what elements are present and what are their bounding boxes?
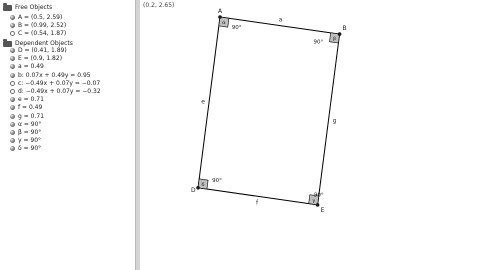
point[interactable] bbox=[337, 32, 342, 36]
algebra-item[interactable]: B = (0.99, 2.52) bbox=[10, 22, 66, 29]
visibility-off-icon[interactable] bbox=[10, 31, 15, 37]
algebra-item-text: C = (0.54, 1.87) bbox=[18, 30, 67, 38]
angle-value: 90° bbox=[314, 40, 324, 46]
graphics-view[interactable]: a g f e α 90° β 90° γ 90° δ 90° A B E D (0.2, 2.65) bbox=[140, 0, 480, 270]
visibility-on-icon[interactable] bbox=[10, 130, 15, 135]
algebra-item-text: c: −0.49x + 0.07y = −0.07 bbox=[18, 79, 101, 87]
algebra-item[interactable]: C = (0.54, 1.87) bbox=[10, 30, 66, 37]
point[interactable] bbox=[315, 203, 320, 207]
algebra-item-text: β = 90° bbox=[18, 129, 42, 136]
algebra-item-text: b: 0.07x + 0.49y = 0.95 bbox=[18, 71, 91, 79]
algebra-item[interactable]: e = 0.71 bbox=[10, 96, 44, 103]
algebra-item[interactable]: d: −0.49x + 0.07y = −0.32 bbox=[10, 88, 101, 95]
algebra-item-text: a = 0.49 bbox=[18, 63, 44, 71]
visibility-on-icon[interactable] bbox=[10, 48, 15, 53]
algebra-item[interactable]: δ = 90° bbox=[10, 145, 41, 152]
algebra-item-text: δ = 90° bbox=[18, 145, 42, 153]
visibility-on-icon[interactable] bbox=[10, 121, 15, 127]
visibility-off-icon[interactable] bbox=[10, 89, 15, 94]
algebra-item-text: e = 0.71 bbox=[18, 96, 44, 104]
point-label: B bbox=[343, 25, 347, 32]
algebra-item[interactable]: α = 90° bbox=[10, 121, 41, 128]
visibility-on-icon[interactable] bbox=[10, 105, 15, 111]
visibility-on-icon[interactable] bbox=[10, 15, 15, 20]
algebra-item[interactable]: γ = 90° bbox=[10, 137, 41, 144]
algebra-item-text: D = (0.41, 1.89) bbox=[18, 47, 67, 54]
algebra-item-text: d: −0.49x + 0.07y = −0.32 bbox=[18, 88, 101, 95]
segment-label: a bbox=[279, 17, 283, 24]
visibility-on-icon[interactable] bbox=[10, 23, 15, 29]
algebra-item[interactable]: f = 0.49 bbox=[10, 104, 42, 111]
point-label: A bbox=[218, 8, 223, 15]
algebra-item-text: B = (0.99, 2.52) bbox=[18, 22, 67, 30]
algebra-item[interactable]: D = (0.41, 1.89) bbox=[10, 47, 67, 54]
algebra-item-text: f = 0.49 bbox=[18, 104, 43, 112]
free-objects-header: Free Objects bbox=[15, 4, 53, 11]
folder-icon bbox=[3, 2, 12, 11]
visibility-on-icon[interactable] bbox=[10, 113, 15, 119]
visibility-on-icon[interactable] bbox=[10, 138, 15, 144]
segment-label: g bbox=[333, 117, 337, 124]
geogebra-window: Free Objects A = (0.5, 2.59) B = (0.99, 2… bbox=[0, 0, 480, 270]
algebra-item[interactable]: β = 90° bbox=[10, 129, 41, 136]
coordinate-readout: (0.2, 2.65) bbox=[143, 2, 175, 9]
algebra-item-text: g = 0.71 bbox=[18, 112, 45, 120]
algebra-item[interactable]: g = 0.71 bbox=[10, 113, 44, 120]
segment-label: f bbox=[256, 199, 259, 206]
point[interactable] bbox=[196, 186, 200, 190]
algebra-item-text: γ = 90° bbox=[18, 137, 42, 145]
visibility-on-icon[interactable] bbox=[10, 64, 15, 70]
algebra-item[interactable]: b: 0.07x + 0.49y = 0.95 bbox=[10, 72, 91, 79]
visibility-off-icon[interactable] bbox=[10, 80, 15, 86]
geometry-canvas[interactable]: agfeα90°β90°γ90°δ90°ABED bbox=[140, 0, 480, 270]
point-label: D bbox=[191, 187, 196, 194]
angle-letter: δ bbox=[202, 182, 205, 188]
algebra-item[interactable]: A = (0.5, 2.59) bbox=[10, 14, 62, 21]
angle-value: 90° bbox=[314, 193, 324, 199]
point-label: E bbox=[321, 207, 325, 214]
algebra-item[interactable]: c: −0.49x + 0.07y = −0.07 bbox=[10, 80, 100, 87]
algebra-item-text: E = (0.9, 1.82) bbox=[18, 55, 63, 63]
algebra-item[interactable]: a = 0.49 bbox=[10, 63, 44, 70]
visibility-on-icon[interactable] bbox=[10, 72, 15, 78]
folder-icon bbox=[3, 38, 12, 47]
free-objects-folder[interactable]: Free Objects bbox=[3, 2, 53, 12]
visibility-on-icon[interactable] bbox=[10, 146, 15, 152]
point[interactable] bbox=[218, 15, 222, 19]
visibility-on-icon[interactable] bbox=[10, 97, 15, 103]
algebra-item-text: A = (0.5, 2.59) bbox=[18, 14, 63, 21]
dependent-objects-header: Dependent Objects bbox=[15, 40, 73, 47]
angle-letter: β bbox=[333, 36, 336, 42]
segment-label: e bbox=[201, 99, 205, 106]
algebra-view[interactable]: Free Objects A = (0.5, 2.59) B = (0.99, 2… bbox=[0, 0, 136, 270]
angle-value: 90° bbox=[212, 178, 222, 184]
algebra-item[interactable]: E = (0.9, 1.82) bbox=[10, 55, 62, 62]
visibility-on-icon[interactable] bbox=[10, 56, 15, 62]
algebra-item-text: α = 90° bbox=[18, 120, 42, 128]
angle-value: 90° bbox=[232, 25, 242, 31]
